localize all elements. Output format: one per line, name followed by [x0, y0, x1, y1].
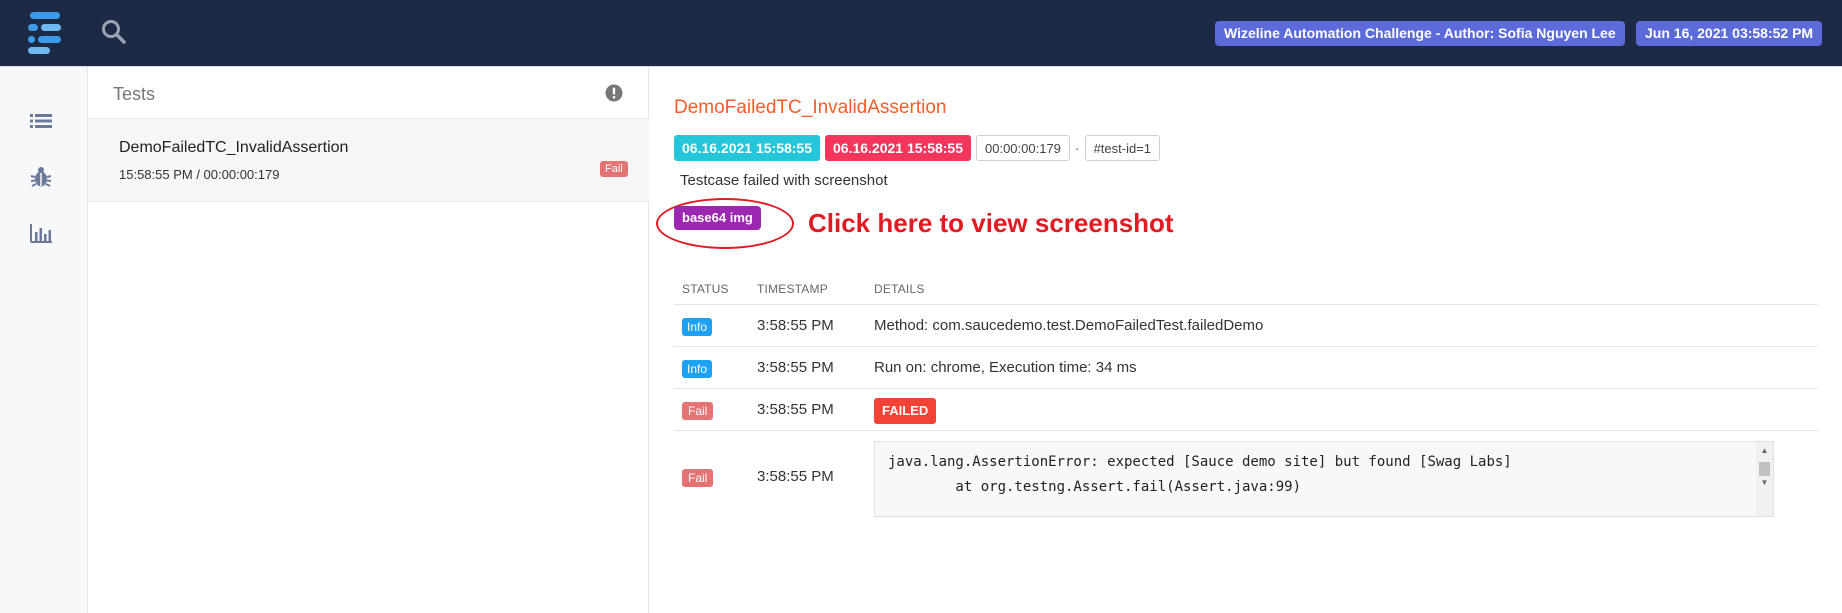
log-details: Run on: chrome, Execution time: 34 ms — [874, 359, 1137, 376]
stack-trace-box[interactable]: java.lang.AssertionError: expected [Sauc… — [874, 441, 1774, 517]
test-title: DemoFailedTC_InvalidAssertion — [674, 97, 947, 118]
annotation-text: Click here to view screenshot — [808, 208, 1174, 238]
log-row: Info 3:58:55 PM Method: com.saucedemo.te… — [674, 305, 1818, 347]
list-icon[interactable] — [28, 109, 54, 133]
log-timestamp: 3:58:55 PM — [757, 468, 834, 485]
side-navigation — [0, 67, 88, 613]
tests-panel: Tests DemoFailedTC_InvalidAssertion 15:5… — [88, 67, 649, 613]
test-detail-pane: DemoFailedTC_InvalidAssertion 06.16.2021… — [650, 67, 1842, 613]
fail-status-badge: Fail — [682, 402, 714, 420]
tag-separator: · — [1074, 140, 1080, 156]
log-row: Fail 3:58:55 PM FAILED — [674, 389, 1818, 431]
log-row: Fail 3:58:55 PM java.lang.AssertionError… — [674, 431, 1818, 527]
end-time-tag: 06.16.2021 15:58:55 — [825, 135, 971, 161]
top-navbar: Wizeline Automation Challenge - Author: … — [0, 0, 1842, 67]
log-timestamp: 3:58:55 PM — [757, 401, 834, 418]
alert-circle-icon[interactable] — [605, 84, 623, 102]
tests-panel-title: Tests — [113, 84, 156, 104]
test-item-name: DemoFailedTC_InvalidAssertion — [119, 139, 349, 156]
test-list-item[interactable]: DemoFailedTC_InvalidAssertion 15:58:55 P… — [88, 119, 649, 202]
fail-status-badge: Fail — [682, 469, 714, 487]
test-description: Testcase failed with screenshot — [680, 172, 888, 189]
scroll-down-arrow-icon[interactable]: ▼ — [1760, 478, 1769, 487]
log-timestamp: 3:58:55 PM — [757, 317, 834, 334]
details-column-header: DETAILS — [874, 282, 925, 296]
status-column-header: STATUS — [682, 282, 729, 296]
info-status-badge: Info — [682, 360, 713, 378]
log-row: Info 3:58:55 PM Run on: chrome, Executio… — [674, 347, 1818, 389]
screenshot-link-button[interactable]: base64 img — [674, 206, 761, 230]
log-details: Method: com.saucedemo.test.DemoFailedTes… — [874, 317, 1264, 334]
info-status-badge: Info — [682, 318, 713, 336]
scroll-up-arrow-icon[interactable]: ▲ — [1760, 446, 1769, 455]
start-time-tag: 06.16.2021 15:58:55 — [674, 135, 820, 161]
scroll-thumb[interactable] — [1759, 462, 1770, 476]
timestamp-column-header: TIMESTAMP — [757, 282, 828, 296]
log-timestamp: 3:58:55 PM — [757, 359, 834, 376]
test-id-tag: #test-id=1 — [1084, 135, 1161, 161]
test-item-time: 15:58:55 PM / 00:00:00:179 — [119, 167, 280, 182]
stack-trace-line: java.lang.AssertionError: expected [Sauc… — [888, 454, 1512, 470]
log-table-header: STATUS TIMESTAMP DETAILS — [674, 273, 1818, 305]
author-badge: Wizeline Automation Challenge - Author: … — [1215, 21, 1625, 46]
search-icon[interactable] — [100, 18, 128, 46]
duration-tag: 00:00:00:179 — [976, 135, 1070, 161]
test-status-badge: Fail — [600, 161, 628, 177]
bar-chart-icon[interactable] — [28, 221, 54, 245]
bug-icon[interactable] — [28, 165, 54, 189]
log-table: STATUS TIMESTAMP DETAILS Info 3:58:55 PM… — [674, 273, 1818, 527]
tests-panel-header: Tests — [88, 67, 649, 119]
stack-trace-scrollbar[interactable]: ▲ ▼ — [1756, 442, 1773, 516]
extent-logo-icon[interactable] — [28, 12, 64, 54]
report-date-badge: Jun 16, 2021 03:58:52 PM — [1636, 21, 1823, 46]
failed-label-badge: FAILED — [874, 398, 937, 424]
stack-trace-line: at org.testng.Assert.fail(Assert.java:99… — [888, 479, 1302, 495]
test-tags: 06.16.2021 15:58:55 06.16.2021 15:58:55 … — [674, 135, 1165, 161]
